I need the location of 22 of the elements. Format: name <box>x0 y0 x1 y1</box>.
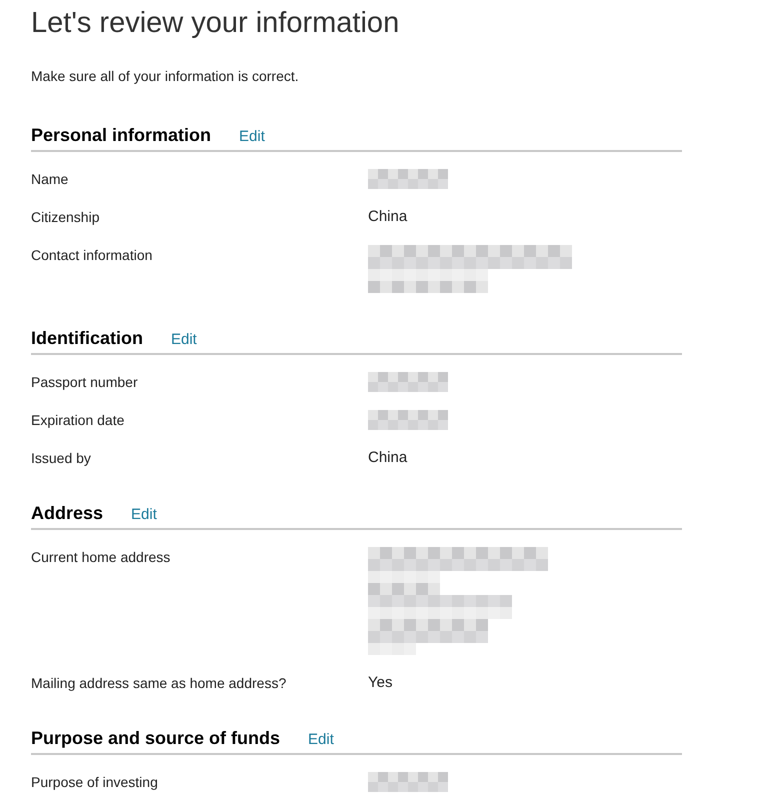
field-label: Current home address <box>31 548 172 567</box>
page-title: Let's review your information <box>31 6 400 40</box>
field-label: Purpose of investing <box>31 773 159 792</box>
edit-link[interactable]: Edit <box>308 730 334 750</box>
field-value: China <box>368 448 408 468</box>
page-subtitle: Make sure all of your information is correct. <box>31 67 300 86</box>
section-heading: Address <box>31 502 104 524</box>
field-value: China <box>368 207 408 227</box>
field-label: Passport number <box>31 373 139 392</box>
edit-link[interactable]: Edit <box>239 127 265 147</box>
section-heading: Personal information <box>31 124 212 146</box>
edit-link[interactable]: Edit <box>131 505 157 525</box>
field-value: Yes <box>368 673 392 693</box>
field-label: Name <box>31 170 70 189</box>
field-label: Contact information <box>31 246 154 265</box>
edit-link[interactable]: Edit <box>171 330 197 350</box>
field-label: Expiration date <box>31 411 126 430</box>
section-heading: Identification <box>31 327 143 349</box>
field-label: Citizenship <box>31 208 100 227</box>
field-label: Mailing address same as home address? <box>31 674 288 693</box>
field-label: Issued by <box>31 449 92 468</box>
section-heading: Purpose and source of funds <box>31 727 280 749</box>
